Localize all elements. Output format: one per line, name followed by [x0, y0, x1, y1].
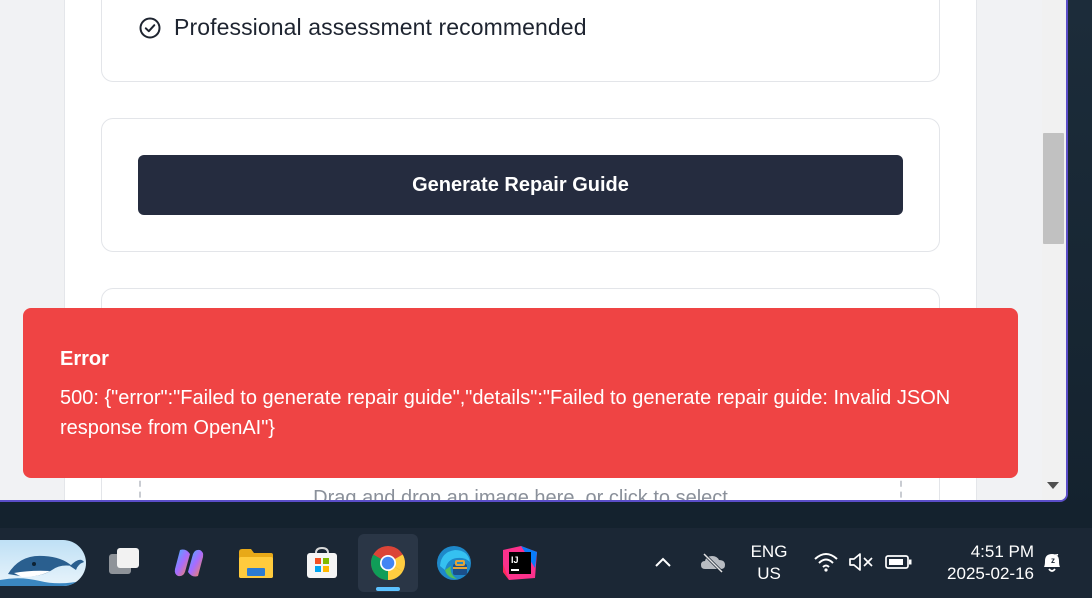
scroll-down-arrow-icon[interactable] [1047, 482, 1059, 489]
onedrive-offline-icon[interactable] [700, 552, 726, 574]
folder-icon [239, 549, 273, 578]
copilot-button[interactable] [169, 543, 209, 583]
svg-text:IJ: IJ [511, 555, 519, 565]
browser-window: Professional assessment recommended Gene… [0, 0, 1068, 502]
wifi-icon[interactable] [813, 551, 839, 573]
taskbar: IJ ENG US 4:51 PM 2025-02-16 z z [0, 528, 1092, 598]
assessment-card [101, 0, 940, 82]
file-explorer-button[interactable] [236, 543, 276, 583]
store-bag-icon [307, 546, 337, 578]
intellij-button[interactable]: IJ [500, 543, 540, 583]
clock[interactable]: 4:51 PM 2025-02-16 [928, 541, 1034, 585]
intellij-icon: IJ [503, 546, 537, 580]
battery-icon[interactable] [885, 554, 913, 570]
task-view-button[interactable] [104, 543, 144, 583]
keyboard-region: US [757, 564, 781, 583]
chrome-icon [371, 546, 405, 580]
clock-date: 2025-02-16 [947, 564, 1034, 583]
check-circle-icon [139, 17, 161, 38]
whale-widget-icon [0, 555, 86, 586]
chrome-button[interactable] [368, 543, 408, 583]
edge-icon [437, 546, 471, 580]
notification-bell-icon[interactable]: z z [1040, 549, 1064, 575]
widgets-button[interactable] [0, 540, 86, 586]
copilot-icon [174, 549, 204, 577]
volume-muted-icon[interactable] [848, 552, 874, 572]
error-message: 500: {"error":"Failed to generate repair… [60, 387, 951, 439]
task-view-icon [109, 548, 139, 574]
clock-time: 4:51 PM [970, 542, 1034, 561]
assessment-text: Professional assessment recommended [174, 14, 587, 40]
chevron-up-icon[interactable] [654, 556, 672, 568]
svg-text:z: z [1055, 553, 1059, 560]
generate-repair-guide-button[interactable]: Generate Repair Guide [138, 155, 903, 215]
language-code: ENG [750, 542, 788, 561]
error-title: Error [60, 348, 109, 370]
microsoft-store-button[interactable] [302, 543, 342, 583]
edge-button[interactable] [434, 543, 474, 583]
scrollbar-thumb[interactable] [1043, 133, 1064, 244]
active-app-indicator [376, 587, 400, 591]
vertical-scrollbar[interactable] [1042, 0, 1066, 500]
dropzone-text: Drag and drop an image here, or click to… [313, 487, 728, 502]
error-toast[interactable]: Error 500: {"error":"Failed to generate … [23, 308, 1018, 478]
language-indicator[interactable]: ENG US [744, 541, 794, 585]
assessment-item: Professional assessment recommended [138, 14, 587, 41]
